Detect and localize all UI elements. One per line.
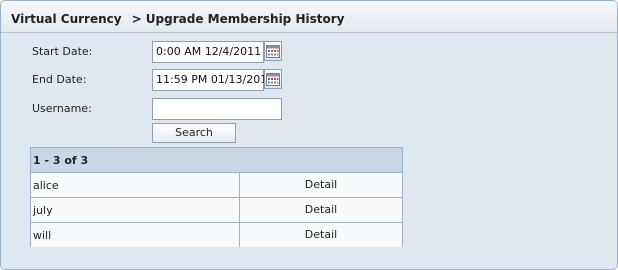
detail-link[interactable]: Detail xyxy=(240,228,402,241)
results-count: 1 - 3 of 3 xyxy=(33,154,89,167)
start-date-input[interactable]: 0:00 AM 12/4/2011 xyxy=(152,41,264,63)
start-date-label: Start Date: xyxy=(32,45,93,58)
table-row: alice Detail xyxy=(31,173,402,198)
results-header: 1 - 3 of 3 xyxy=(31,148,402,173)
search-button[interactable]: Search xyxy=(152,123,236,143)
detail-link[interactable]: Detail xyxy=(240,203,402,216)
username-label: Username: xyxy=(32,102,92,115)
username-cell: alice xyxy=(33,179,59,192)
breadcrumb: Virtual Currency > Upgrade Membership His… xyxy=(11,12,344,26)
table-row: will Detail xyxy=(31,223,402,247)
calendar-icon xyxy=(266,45,280,58)
username-cell: will xyxy=(33,229,52,242)
upgrade-membership-history-panel: Virtual Currency > Upgrade Membership His… xyxy=(0,0,618,270)
end-date-calendar-button[interactable] xyxy=(264,69,282,89)
breadcrumb-section: Virtual Currency xyxy=(11,12,122,26)
end-date-input[interactable]: 11:59 PM 01/13/2012 xyxy=(152,69,274,91)
results-table: 1 - 3 of 3 alice Detail july Detail will… xyxy=(30,147,403,247)
end-date-label: End Date: xyxy=(32,73,87,86)
start-date-calendar-button[interactable] xyxy=(264,41,282,61)
panel-header: Virtual Currency > Upgrade Membership His… xyxy=(1,1,617,33)
username-input[interactable] xyxy=(152,98,282,120)
calendar-icon xyxy=(266,73,280,86)
table-row: july Detail xyxy=(31,198,402,223)
breadcrumb-page: > Upgrade Membership History xyxy=(131,12,345,26)
detail-link[interactable]: Detail xyxy=(240,178,402,191)
username-cell: july xyxy=(33,204,53,217)
